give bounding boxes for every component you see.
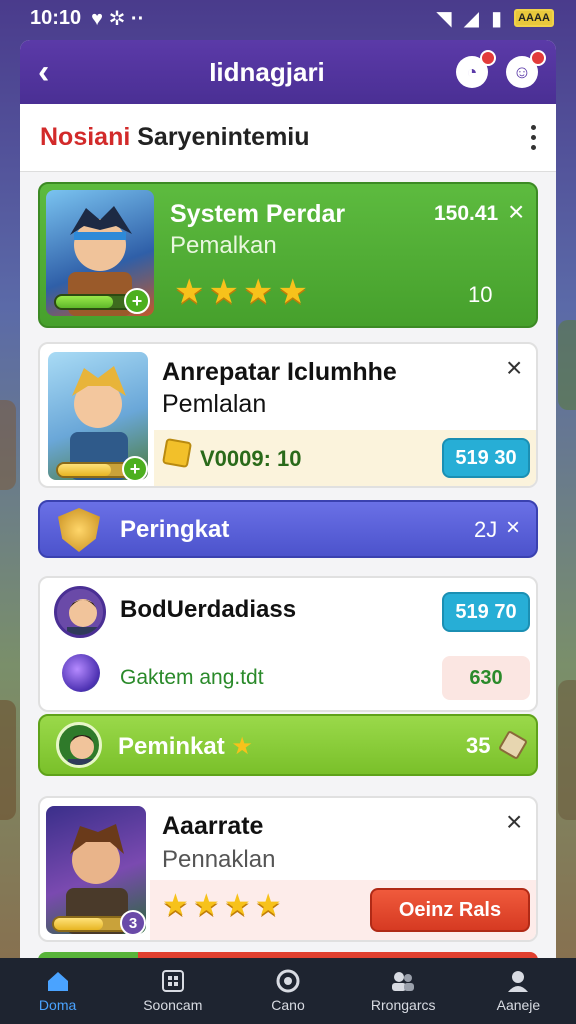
gem-box-icon bbox=[161, 437, 193, 469]
star-icon: ★ bbox=[223, 889, 251, 922]
notification-badge bbox=[479, 50, 496, 66]
game-card[interactable]: + System Perdar Pemalkan 150.41 × ★ ★ ★ ★ 1… bbox=[38, 182, 538, 328]
scroll-icon bbox=[497, 729, 529, 761]
card-subtitle: Pennaklan bbox=[162, 846, 276, 873]
banner-avatar bbox=[56, 722, 102, 768]
section-title-highlight: Nosiani bbox=[40, 123, 131, 151]
action-button[interactable]: Oeinz Rals bbox=[370, 888, 530, 932]
banner-value: 2J bbox=[474, 517, 498, 542]
status-time: 10:10 bbox=[30, 6, 82, 29]
player-face-icon bbox=[68, 735, 96, 765]
star-icon: ★ bbox=[192, 889, 220, 922]
background-tile bbox=[558, 320, 576, 410]
notification-icon: ♥ ✲ ·· bbox=[91, 7, 145, 30]
wifi-icon: ◥ bbox=[436, 7, 452, 30]
nav-item-profile[interactable]: Aaneje bbox=[461, 958, 576, 1024]
card-value: 150.41 bbox=[434, 202, 499, 225]
star-icon: ★ bbox=[254, 889, 282, 922]
chat-icon: ☺ bbox=[512, 61, 532, 82]
nav-label: Sooncam bbox=[143, 997, 203, 1013]
sim-icon: ▮ bbox=[490, 7, 502, 30]
reward-label: V0009: 10 bbox=[200, 446, 302, 471]
close-icon[interactable]: × bbox=[508, 196, 524, 228]
close-icon[interactable]: × bbox=[506, 514, 520, 542]
rating-stars: ★ ★ ★ ★ bbox=[162, 888, 282, 923]
app-bar: ‹ Iidnagjari ◔ ☺ bbox=[20, 40, 556, 104]
level-badge: 3 bbox=[120, 910, 146, 936]
ranking-banner[interactable]: Peringkat 2J × bbox=[38, 500, 538, 558]
home-icon bbox=[45, 969, 71, 993]
game-card[interactable]: + Anrepatar Iclumhhe Pemlalan × V0009: 1… bbox=[38, 342, 538, 488]
banner-value: 35 bbox=[466, 733, 491, 758]
stat-badge: 630 bbox=[442, 656, 530, 700]
star-icon: ★ bbox=[208, 273, 239, 311]
star-icon: ★ bbox=[242, 273, 274, 311]
ranking-banner[interactable]: Peminkat ★ 35 bbox=[38, 714, 538, 776]
grid-icon bbox=[160, 969, 186, 993]
background-tile bbox=[0, 700, 16, 820]
message-badge bbox=[529, 50, 546, 66]
banner-title: Peminkat ★ bbox=[118, 732, 253, 761]
card-subtitle: Pemlalan bbox=[162, 390, 267, 418]
status-bar: 10:10 ♥ ✲ ·· ◥ ◢ ▮ AAAA bbox=[0, 0, 576, 36]
nav-item-rankings[interactable]: Rrongarcs bbox=[346, 958, 461, 1024]
potion-icon bbox=[62, 654, 100, 692]
background-tile bbox=[558, 680, 576, 820]
more-options-button[interactable] bbox=[531, 125, 536, 150]
rating-stars: ★ ★ ★ ★ bbox=[174, 272, 308, 312]
battery-label: AAAA bbox=[518, 12, 550, 24]
player-card[interactable]: BodUerdadiass 519 70 Gaktem ang.tdt 630 bbox=[38, 576, 538, 712]
price-button[interactable]: 519 30 bbox=[442, 438, 530, 478]
nav-item-search[interactable]: Sooncam bbox=[115, 958, 230, 1024]
add-button[interactable]: + bbox=[124, 288, 150, 314]
close-icon[interactable]: × bbox=[506, 806, 522, 838]
nav-item-home[interactable]: Doma bbox=[0, 958, 115, 1024]
star-icon: ★ bbox=[231, 733, 253, 760]
bottom-navigation: Doma Sooncam Cano Rrongarcs Aaneje bbox=[0, 958, 576, 1024]
people-icon bbox=[390, 969, 416, 993]
back-button[interactable]: ‹ bbox=[38, 53, 78, 92]
star-icon: ★ bbox=[174, 273, 205, 311]
banner-title-text: Peminkat bbox=[118, 733, 225, 760]
messages-button[interactable]: ☺ bbox=[505, 50, 546, 88]
nav-label: Doma bbox=[38, 997, 77, 1013]
star-icon: ★ bbox=[277, 273, 308, 311]
card-title: Anrepatar Iclumhhe bbox=[162, 358, 397, 386]
close-icon[interactable]: × bbox=[506, 352, 522, 384]
shield-icon bbox=[58, 508, 100, 552]
player-avatar bbox=[54, 586, 106, 638]
section-title: Nosiani Saryenintemiu bbox=[40, 123, 310, 152]
player-face-icon bbox=[67, 599, 99, 635]
section-header: Nosiani Saryenintemiu bbox=[20, 104, 556, 172]
circle-icon bbox=[275, 969, 301, 993]
card-count: 10 bbox=[468, 282, 493, 307]
nav-label: Aaneje bbox=[496, 997, 541, 1013]
banner-title: Peringkat bbox=[120, 516, 230, 543]
add-button[interactable]: + bbox=[122, 456, 148, 482]
nav-item-center[interactable]: Cano bbox=[230, 958, 345, 1024]
battery-icon: AAAA bbox=[514, 9, 554, 27]
star-icon: ★ bbox=[162, 889, 189, 922]
player-name: BodUerdadiass bbox=[120, 596, 297, 623]
signal-icon: ◢ bbox=[463, 7, 479, 30]
notifications-button[interactable]: ◔ bbox=[455, 50, 496, 88]
main-panel: ‹ Iidnagjari ◔ ☺ Nosiani Saryenintemiu +… bbox=[20, 40, 556, 970]
score-button[interactable]: 519 70 bbox=[442, 592, 530, 632]
card-title: System Perdar bbox=[170, 200, 346, 228]
nav-label: Rrongarcs bbox=[370, 997, 436, 1013]
stat-label: Gaktem ang.tdt bbox=[120, 666, 264, 689]
bell-icon: ◔ bbox=[466, 61, 478, 82]
nav-label: Cano bbox=[271, 997, 305, 1013]
game-card[interactable]: 3 Aaarrate Pennaklan × ★ ★ ★ ★ Oeinz Rals bbox=[38, 796, 538, 942]
background-tile bbox=[0, 400, 16, 490]
card-title: Aaarrate bbox=[162, 812, 264, 840]
user-icon bbox=[505, 969, 531, 993]
card-subtitle: Pemalkan bbox=[170, 232, 277, 259]
page-title: Iidnagjari bbox=[209, 56, 325, 87]
section-title-main: Saryenintemiu bbox=[137, 123, 310, 151]
